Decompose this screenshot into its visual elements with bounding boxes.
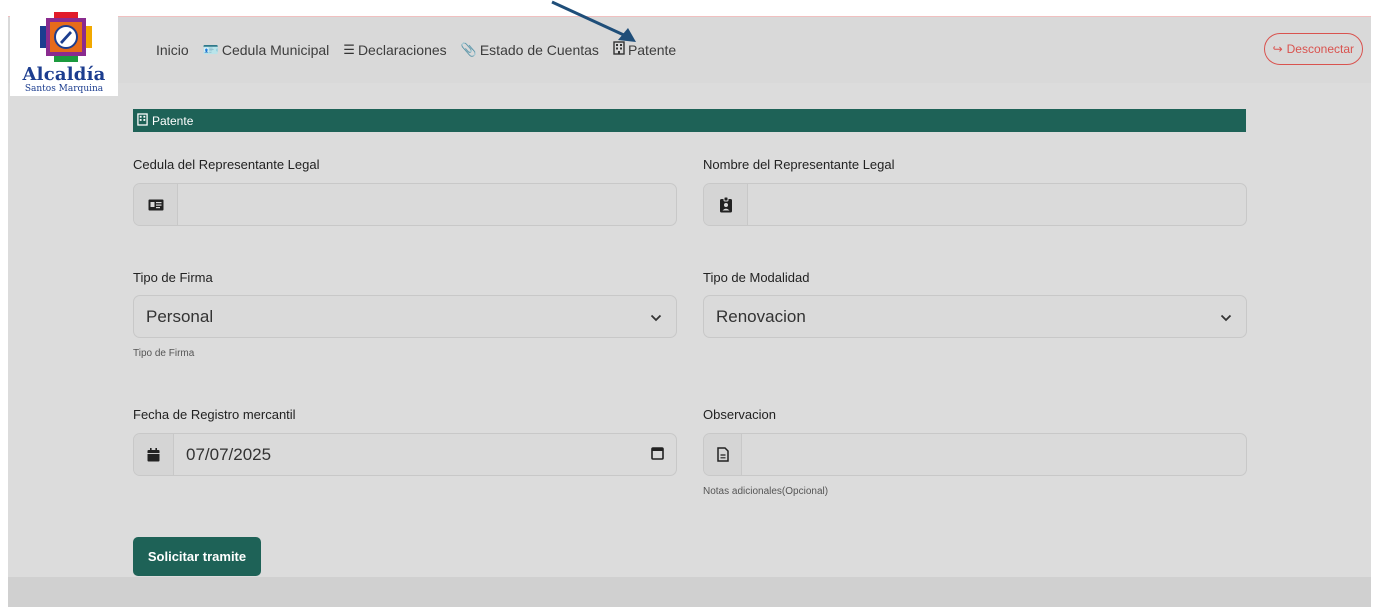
observacion-input[interactable] <box>742 434 1246 475</box>
logout-label: Desconectar <box>1286 42 1354 56</box>
id-badge-icon <box>704 184 748 225</box>
logout-button[interactable]: ↪ Desconectar <box>1263 33 1363 65</box>
nombre-input[interactable] <box>748 184 1246 225</box>
tipo-firma-help: Tipo de Firma <box>133 348 195 359</box>
logo[interactable]: Alcaldía Santos Marquina <box>10 8 118 96</box>
section-header: Patente <box>133 109 1246 132</box>
chevron-down-icon <box>650 307 662 327</box>
nav-item-inicio[interactable]: Inicio <box>156 41 189 58</box>
nombre-label: Nombre del Representante Legal <box>703 157 895 172</box>
tipo-modalidad-label: Tipo de Modalidad <box>703 270 810 285</box>
nav-item-cedula-municipal[interactable]: 🪪 Cedula Municipal <box>203 41 330 58</box>
cedula-label: Cedula del Representante Legal <box>133 157 320 172</box>
fecha-label: Fecha de Registro mercantil <box>133 407 296 422</box>
fecha-input-group: 07/07/2025 <box>133 433 677 476</box>
observacion-input-group <box>703 433 1247 476</box>
id-card-icon <box>134 184 178 225</box>
brand-subtitle: Santos Marquina <box>24 84 104 94</box>
tipo-firma-select[interactable]: Personal <box>133 295 677 338</box>
nav-item-label: Cedula Municipal <box>221 41 330 58</box>
page-footer <box>8 577 1371 607</box>
cedula-input-group <box>133 183 677 226</box>
nav-item-label: Declaraciones <box>357 41 447 58</box>
id-card-icon: 🪪 <box>202 41 219 57</box>
tipo-modalidad-value: Renovacion <box>716 306 806 326</box>
building-icon <box>137 112 148 129</box>
section-title: Patente <box>152 113 194 128</box>
brand-title: Alcaldía <box>22 64 106 85</box>
cedula-input[interactable] <box>178 184 676 225</box>
tipo-modalidad-select[interactable]: Renovacion <box>703 295 1247 338</box>
tipo-firma-value: Personal <box>146 306 214 326</box>
calendar-picker-icon[interactable] <box>651 445 664 465</box>
logo-emblem-icon <box>40 12 92 62</box>
tipo-firma-label: Tipo de Firma <box>133 270 213 285</box>
top-navbar: Inicio 🪪 Cedula Municipal ☰ Declaracione… <box>8 17 1371 83</box>
pointer-arrow-icon <box>551 0 636 42</box>
file-text-icon <box>704 434 742 475</box>
nav-item-declaraciones[interactable]: ☰ Declaraciones <box>343 41 446 58</box>
list-icon: ☰ <box>343 41 355 57</box>
nombre-input-group <box>703 183 1247 226</box>
observacion-label: Observacion <box>703 407 776 422</box>
observacion-help: Notas adicionales(Opcional) <box>703 486 829 497</box>
fecha-input[interactable]: 07/07/2025 <box>174 434 676 475</box>
calendar-icon <box>134 434 174 475</box>
chevron-down-icon <box>1220 307 1232 327</box>
submit-button[interactable]: Solicitar tramite <box>133 537 261 576</box>
nav-item-label: Inicio <box>156 41 189 58</box>
paperclip-icon: 📎 <box>460 41 477 57</box>
fecha-value: 07/07/2025 <box>186 444 272 464</box>
app-frame: Inicio 🪪 Cedula Municipal ☰ Declaracione… <box>8 16 1371 607</box>
sign-out-icon: ↪ <box>1272 42 1283 56</box>
